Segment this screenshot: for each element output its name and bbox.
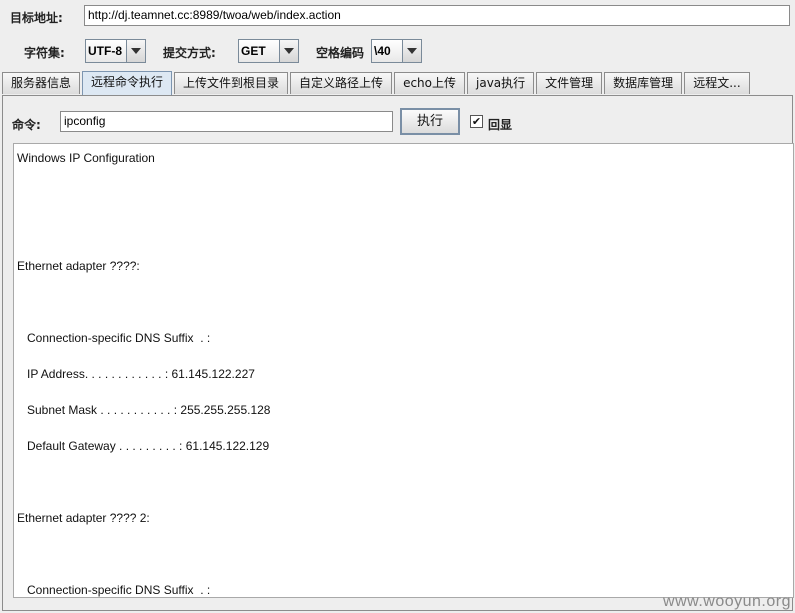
tab-server-info[interactable]: 服务器信息: [2, 72, 81, 94]
method-dropdown-button[interactable]: [279, 40, 298, 62]
echo-checkbox[interactable]: ✔: [470, 115, 483, 128]
method-label: 提交方式:: [163, 46, 216, 60]
tab-remote-command[interactable]: 远程命令执行: [82, 71, 173, 95]
command-label: 命令:: [12, 118, 41, 132]
tab-upload-root[interactable]: 上传文件到根目录: [174, 72, 289, 94]
target-url-input[interactable]: http://dj.teamnet.cc:8989/twoa/web/index…: [84, 5, 790, 26]
chevron-down-icon: [407, 48, 417, 54]
space-encoding-value: \40: [372, 40, 402, 62]
tab-java-exec[interactable]: java执行: [467, 72, 535, 94]
echo-label: 回显: [488, 118, 513, 132]
charset-select[interactable]: UTF-8: [85, 39, 146, 63]
command-output[interactable]: Windows IP Configuration Ethernet adapte…: [13, 143, 794, 598]
tab-remote-file[interactable]: 远程文...: [684, 72, 750, 94]
tab-database-manager[interactable]: 数据库管理: [604, 72, 683, 94]
target-url-label: 目标地址:: [10, 11, 63, 25]
output-line: Ethernet adapter ???? 2:: [17, 511, 150, 525]
command-input[interactable]: ipconfig: [60, 111, 393, 132]
tab-file-manager[interactable]: 文件管理: [536, 72, 603, 94]
output-line: Connection-specific DNS Suffix . :: [17, 583, 211, 597]
output-line: Subnet Mask . . . . . . . . . . . : 255.…: [17, 403, 271, 417]
space-encoding-select[interactable]: \40: [371, 39, 422, 63]
watermark: www.wooyun.org: [663, 593, 791, 610]
output-line: Ethernet adapter ????:: [17, 259, 140, 273]
space-encoding-dropdown-button[interactable]: [402, 40, 421, 62]
charset-value: UTF-8: [86, 40, 126, 62]
chevron-down-icon: [284, 48, 294, 54]
execute-button[interactable]: 执行: [400, 108, 460, 135]
tab-custom-path-upload[interactable]: 自定义路径上传: [290, 72, 393, 94]
tab-echo-upload[interactable]: echo上传: [394, 72, 465, 94]
charset-label: 字符集:: [24, 46, 65, 60]
method-select[interactable]: GET: [238, 39, 299, 63]
output-line: Windows IP Configuration: [17, 151, 155, 165]
tab-strip: 服务器信息 远程命令执行 上传文件到根目录 自定义路径上传 echo上传 jav…: [2, 71, 793, 95]
chevron-down-icon: [131, 48, 141, 54]
output-line: Default Gateway . . . . . . . . . : 61.1…: [17, 439, 270, 453]
space-encoding-label: 空格编码: [316, 46, 365, 60]
output-line: Connection-specific DNS Suffix . :: [17, 331, 211, 345]
charset-dropdown-button[interactable]: [126, 40, 145, 62]
method-value: GET: [239, 40, 279, 62]
output-line: IP Address. . . . . . . . . . . . : 61.1…: [17, 367, 255, 381]
